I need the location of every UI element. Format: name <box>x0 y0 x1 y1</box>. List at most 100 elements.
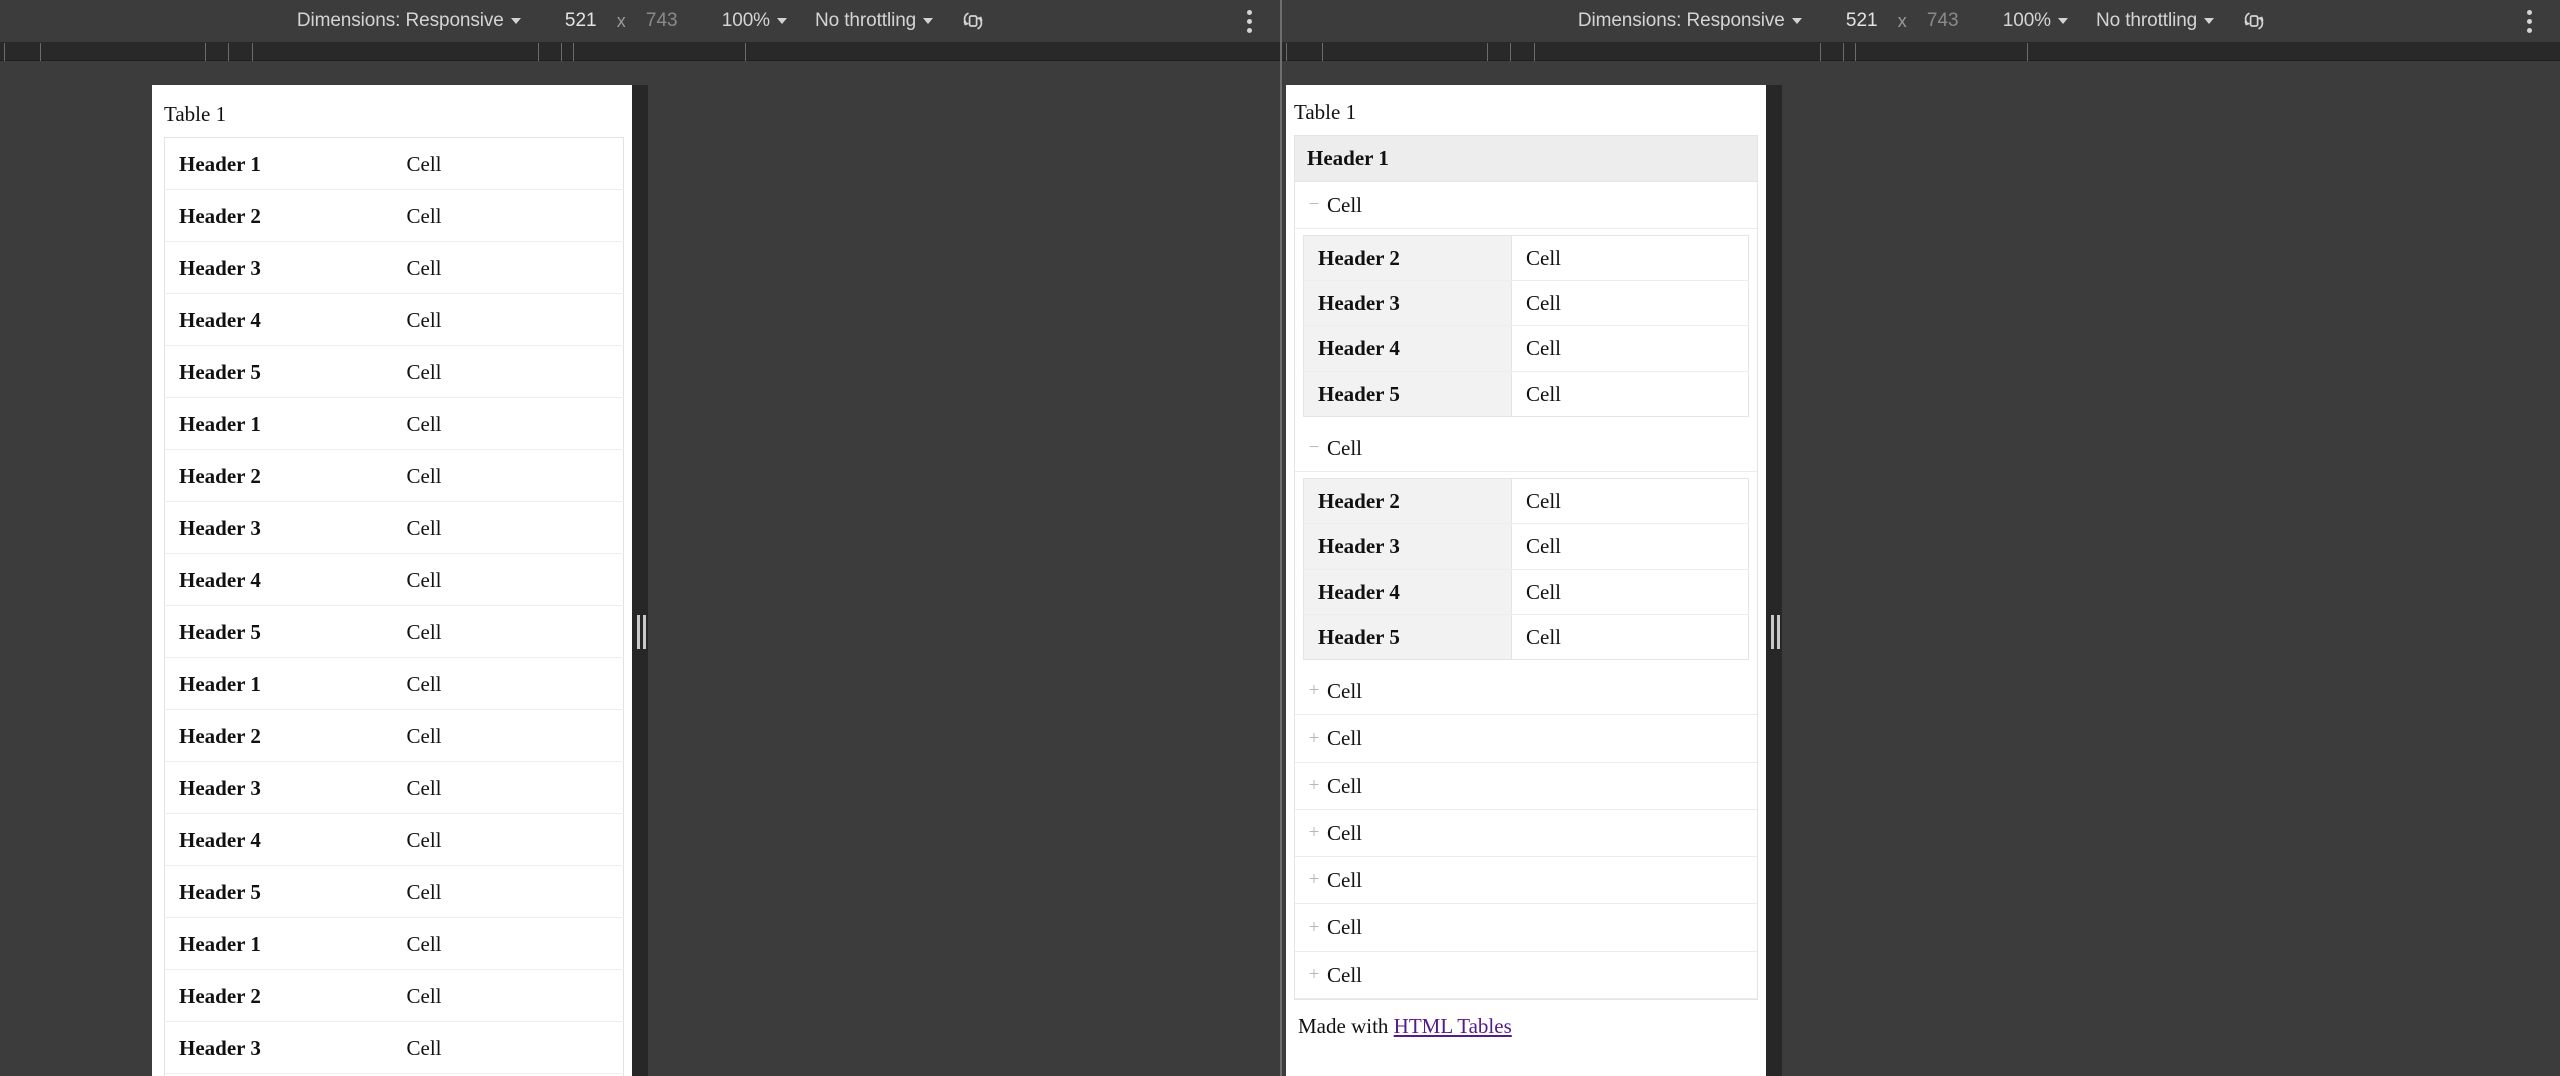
table-row: Header 3Cell <box>1304 281 1749 326</box>
rotate-device-icon[interactable] <box>2237 6 2271 37</box>
zoom-label: 100% <box>2003 10 2051 32</box>
dimensions-dropdown[interactable]: Dimensions: Responsive <box>290 6 528 37</box>
table-row: Header 4Cell <box>1304 569 1749 614</box>
table-row: Header 2Cell <box>165 450 624 502</box>
accordion-row-collapsed[interactable]: +Cell <box>1295 668 1757 715</box>
row-value-cell: Cell <box>393 658 624 710</box>
collapse-icon[interactable]: − <box>1303 193 1325 217</box>
table-row: Header 1Cell <box>165 138 624 190</box>
left-viewport-wrapper: Table 1 Header 1CellHeader 2CellHeader 3… <box>152 85 642 1076</box>
viewport-width-input[interactable] <box>1831 10 1893 32</box>
accordion-row-collapsed[interactable]: +Cell <box>1295 952 1757 999</box>
left-viewport-resize-handle[interactable] <box>634 612 648 652</box>
table-row: Header 3Cell <box>1304 524 1749 569</box>
accordion-row-label: Cell <box>1325 867 1362 893</box>
accordion-row-collapsed[interactable]: +Cell <box>1295 763 1757 810</box>
right-rendered-page[interactable]: Table 1 Header 1 −CellHeader 2CellHeader… <box>1286 85 1766 1076</box>
row-value-cell: Cell <box>393 294 624 346</box>
row-value-cell: Cell <box>393 398 624 450</box>
left-rendered-page[interactable]: Table 1 Header 1CellHeader 2CellHeader 3… <box>152 85 632 1076</box>
left-device-panel: Dimensions: Responsive x 100% No throttl… <box>0 0 1280 1076</box>
accordion-table: Header 1 −CellHeader 2CellHeader 3CellHe… <box>1294 135 1758 1000</box>
table-row: Header 5Cell <box>1304 371 1749 416</box>
left-viewport-ruler[interactable] <box>0 43 1280 61</box>
row-value-cell: Cell <box>1512 235 1749 280</box>
right-viewport-wrapper: Table 1 Header 1 −CellHeader 2CellHeader… <box>1286 85 1776 1076</box>
row-header-cell: Header 4 <box>165 294 393 346</box>
throttling-dropdown[interactable]: No throttling <box>808 6 940 37</box>
accordion-row-expanded[interactable]: −Cell <box>1295 182 1757 229</box>
accordion-row-collapsed[interactable]: +Cell <box>1295 904 1757 951</box>
row-value-cell: Cell <box>393 970 624 1022</box>
row-header-cell: Header 3 <box>165 242 393 294</box>
row-value-cell: Cell <box>393 762 624 814</box>
accordion-body: −CellHeader 2CellHeader 3CellHeader 4Cel… <box>1295 182 1757 999</box>
accordion-row-collapsed[interactable]: +Cell <box>1295 857 1757 904</box>
expand-icon[interactable]: + <box>1303 679 1325 703</box>
right-viewport-edge-shadow <box>1766 85 1782 1076</box>
zoom-dropdown[interactable]: 100% <box>1996 6 2075 37</box>
accordion-detail-panel: Header 2CellHeader 3CellHeader 4CellHead… <box>1295 472 1757 668</box>
expand-icon[interactable]: + <box>1303 916 1325 940</box>
row-value-cell: Cell <box>393 502 624 554</box>
expand-icon[interactable]: + <box>1303 963 1325 987</box>
nested-detail-table: Header 2CellHeader 3CellHeader 4CellHead… <box>1303 478 1749 660</box>
table-row: Header 3Cell <box>165 762 624 814</box>
row-value-cell: Cell <box>393 242 624 294</box>
throttling-label: No throttling <box>815 10 916 32</box>
zoom-dropdown[interactable]: 100% <box>715 6 794 37</box>
row-header-cell: Header 2 <box>165 190 393 242</box>
expand-icon[interactable]: + <box>1303 774 1325 798</box>
row-header-cell: Header 2 <box>1304 235 1512 280</box>
html-tables-link[interactable]: HTML Tables <box>1394 1014 1512 1038</box>
accordion-group-header: Header 1 <box>1295 135 1757 181</box>
table-row: Header 5Cell <box>165 606 624 658</box>
row-header-cell: Header 5 <box>165 866 393 918</box>
accordion-row-collapsed[interactable]: +Cell <box>1295 810 1757 857</box>
table-row: Header 2Cell <box>165 190 624 242</box>
table-row: Header 3Cell <box>165 1022 624 1074</box>
accordion-row-collapsed[interactable]: +Cell <box>1295 715 1757 762</box>
accordion-row-label: Cell <box>1325 773 1362 799</box>
table-row: Header 3Cell <box>165 242 624 294</box>
row-value-cell: Cell <box>393 866 624 918</box>
collapse-icon[interactable]: − <box>1303 436 1325 460</box>
right-viewport-resize-handle[interactable] <box>1768 612 1782 652</box>
accordion-row-label: Cell <box>1325 192 1362 218</box>
throttling-dropdown[interactable]: No throttling <box>2089 6 2221 37</box>
expand-icon[interactable]: + <box>1303 821 1325 845</box>
dimension-separator: x <box>612 11 631 32</box>
dimensions-label: Dimensions: Responsive <box>297 10 504 32</box>
accordion-row-expanded[interactable]: −Cell <box>1295 425 1757 472</box>
nested-detail-table: Header 2CellHeader 3CellHeader 4CellHead… <box>1303 235 1749 417</box>
expand-icon[interactable]: + <box>1303 868 1325 892</box>
row-value-cell: Cell <box>393 450 624 502</box>
dimensions-dropdown[interactable]: Dimensions: Responsive <box>1571 6 1809 37</box>
row-header-cell: Header 3 <box>165 762 393 814</box>
left-device-toolbar: Dimensions: Responsive x 100% No throttl… <box>0 0 1280 43</box>
viewport-height-input[interactable] <box>631 10 693 32</box>
accordion-detail-panel: Header 2CellHeader 3CellHeader 4CellHead… <box>1295 229 1757 425</box>
row-value-cell: Cell <box>393 918 624 970</box>
left-table-caption: Table 1 <box>164 101 624 128</box>
right-page-content: Table 1 Header 1 −CellHeader 2CellHeader… <box>1286 85 1766 1048</box>
table-row: Header 2Cell <box>165 970 624 1022</box>
table-row: Header 5Cell <box>165 866 624 918</box>
accordion-row-label: Cell <box>1325 678 1362 704</box>
row-value-cell: Cell <box>393 814 624 866</box>
accordion-row-label: Cell <box>1325 914 1362 940</box>
row-header-cell: Header 4 <box>165 554 393 606</box>
left-viewport-edge-shadow <box>632 85 648 1076</box>
right-viewport-ruler[interactable] <box>1282 43 2560 61</box>
expand-icon[interactable]: + <box>1303 727 1325 751</box>
right-table-caption: Table 1 <box>1294 99 1758 126</box>
device-toolbar-menu-button[interactable] <box>1234 6 1264 36</box>
row-header-cell: Header 2 <box>165 710 393 762</box>
table-row: Header 5Cell <box>165 346 624 398</box>
row-value-cell: Cell <box>393 554 624 606</box>
right-device-panel: Dimensions: Responsive x 100% No throttl… <box>1280 0 2560 1076</box>
viewport-width-input[interactable] <box>550 10 612 32</box>
device-toolbar-menu-button[interactable] <box>2514 6 2544 36</box>
rotate-device-icon[interactable] <box>956 6 990 37</box>
viewport-height-input[interactable] <box>1912 10 1974 32</box>
